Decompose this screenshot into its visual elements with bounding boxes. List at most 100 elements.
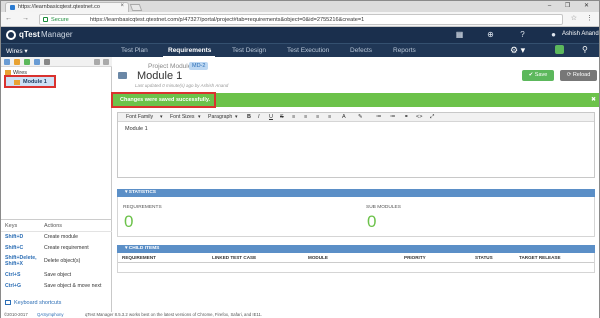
chevron-down-icon: ▾ (198, 114, 201, 120)
text-color-button[interactable]: A (342, 114, 346, 121)
align-justify-button[interactable]: ≡ (328, 114, 331, 121)
child-items-header[interactable]: ▾ CHILD ITEMS (117, 245, 595, 253)
align-right-button[interactable]: ≡ (316, 114, 319, 121)
security-label: Secure (51, 16, 69, 23)
bullet-list-button[interactable]: ≔ (376, 114, 382, 121)
shortcuts-keys-header: Keys (5, 223, 18, 229)
shortcuts-panel: Keys Actions Shift+D Create module Shift… (1, 219, 112, 309)
refresh-icon[interactable] (34, 58, 40, 65)
column-header[interactable]: REQUIREMENT (122, 255, 156, 260)
browser-tab[interactable]: https://learnbasicqtest.qtestnet.co × (5, 2, 129, 12)
column-header[interactable]: PRIORITY (404, 255, 426, 260)
url-text[interactable]: https://learnbasicqtest.qtestnet.com/p/4… (90, 17, 364, 23)
strikethrough-button[interactable]: S (280, 114, 284, 121)
align-left-button[interactable]: ≡ (292, 114, 295, 121)
user-name[interactable]: Ashish Anand (562, 31, 599, 37)
shortcut-action: Delete object(s) (44, 258, 81, 264)
gear-icon[interactable]: ⚙ ▾ (510, 45, 525, 56)
editor-toolbar: Font Family ▾ Font Sizes ▾ Paragraph ▾ B… (118, 113, 594, 122)
tab-reports[interactable]: Reports (393, 47, 416, 54)
success-message: Changes were saved successfully. (120, 97, 211, 103)
source-code-button[interactable]: <> (416, 114, 422, 121)
highlight-button[interactable]: ✎ (358, 114, 363, 121)
tab-test-plan[interactable]: Test Plan (121, 47, 148, 54)
tree-panel: Wires Module 1 Keys Actions Shift+D Crea… (1, 57, 112, 318)
description-editor[interactable]: Font Family ▾ Font Sizes ▾ Paragraph ▾ B… (117, 112, 595, 178)
new-requirement-icon[interactable] (24, 58, 30, 65)
help-icon[interactable]: ? (517, 29, 528, 40)
page-title[interactable]: Module 1 (137, 70, 182, 82)
app-header: qTest Manager ▦ ⊕ ? ● Ashish Anand (1, 27, 599, 43)
chevron-down-icon: ▾ (235, 114, 238, 120)
numbered-list-button[interactable]: ≔ (390, 114, 396, 121)
shortcut-action: Create requirement (44, 245, 89, 251)
submodules-count-label: SUB MODULES (366, 205, 401, 210)
grid-icon[interactable]: ▦ (454, 29, 465, 40)
statistics-header[interactable]: ▾ STATISTICS (117, 189, 595, 197)
chevron-down-icon: ▾ (160, 114, 163, 120)
save-button[interactable]: ✔ Save (522, 70, 554, 81)
success-message-highlight: Changes were saved successfully. (111, 92, 216, 108)
panel-toggle-icon[interactable] (94, 58, 100, 65)
tree-item-label: Module 1 (23, 79, 47, 85)
align-center-button[interactable]: ≡ (304, 114, 307, 121)
keyboard-shortcuts-link[interactable]: Keyboard shortcuts (5, 300, 61, 306)
breadcrumb: Project Module (148, 63, 192, 70)
tab-test-execution[interactable]: Test Execution (287, 47, 329, 54)
browser-toolbar: ← → C Secure https://learnbasicqtest.qte… (1, 12, 599, 27)
tree-toolbar (1, 57, 112, 67)
filter-icon[interactable] (44, 58, 50, 65)
font-family-dropdown[interactable]: Font Family (126, 114, 153, 121)
new-module-icon[interactable] (14, 58, 20, 65)
paragraph-dropdown[interactable]: Paragraph (208, 114, 232, 121)
bold-button[interactable]: B (247, 114, 251, 121)
bookmark-star-icon[interactable]: ☆ (571, 14, 577, 22)
shortcut-key: Ctrl+G (5, 283, 21, 289)
footer-copyright: ©2010-2017 (4, 312, 28, 317)
column-header[interactable]: LINKED TEST CASE (212, 255, 256, 260)
requirements-count-label: REQUIREMENTS (123, 205, 162, 210)
shortcut-key: Shift+D (5, 234, 24, 240)
tab-close-icon[interactable]: × (120, 3, 124, 9)
close-icon[interactable]: ✖ (591, 96, 596, 103)
tab-defects[interactable]: Defects (350, 47, 372, 54)
shortcuts-actions-header: Actions (44, 223, 63, 229)
collapse-icon[interactable] (4, 58, 10, 65)
download-icon[interactable]: ⊕ (485, 29, 496, 40)
underline-button[interactable]: U (269, 114, 273, 121)
editor-body-text[interactable]: Module 1 (125, 126, 148, 132)
brand-subtitle: Manager (41, 30, 73, 39)
italic-button[interactable]: I (258, 114, 260, 121)
divider (118, 262, 594, 263)
module-folder-icon (118, 72, 127, 79)
tree-item-module-1[interactable]: Module 1 (4, 75, 56, 88)
user-icon[interactable]: ● (548, 29, 559, 40)
column-header[interactable]: STATUS (475, 255, 493, 260)
font-sizes-dropdown[interactable]: Font Sizes (170, 114, 195, 121)
browser-menu-icon[interactable]: ⋮ (586, 14, 593, 22)
search-icon[interactable]: ⚲ (582, 45, 588, 54)
project-selector[interactable]: Wires ▾ (6, 47, 28, 55)
column-header[interactable]: MODULE (308, 255, 328, 260)
reload-button[interactable]: ⟳ Reload (560, 70, 597, 81)
last-updated-text: Last updated 0 minute(s) ago by Ashish A… (135, 83, 229, 88)
tab-requirements[interactable]: Requirements (168, 47, 211, 54)
shortcut-action: Save object (44, 272, 72, 278)
shortcut-action: Save object & move next (44, 283, 102, 289)
address-bar[interactable]: Secure https://learnbasicqtest.qtestnet.… (39, 14, 563, 25)
divider (1, 231, 112, 232)
footer-note: qTest Manager 8.5.3.2 works best on the … (85, 312, 263, 317)
tab-test-design[interactable]: Test Design (232, 47, 266, 54)
link-button[interactable]: ⚭ (404, 114, 409, 121)
submodules-count: 0 (367, 212, 377, 231)
keyboard-icon (5, 300, 11, 306)
shortcut-key: Ctrl+S (5, 272, 21, 278)
window-controls[interactable]: – ❐ ✕ (548, 2, 595, 9)
column-header[interactable]: TARGET RELEASE (519, 255, 561, 260)
fullscreen-button[interactable]: ⤢ (430, 114, 434, 121)
notification-icon[interactable] (555, 45, 564, 54)
footer-company-link[interactable]: QASymphony (37, 312, 64, 317)
new-tab-button[interactable] (129, 4, 143, 11)
statistics-section: REQUIREMENTS 0 SUB MODULES 0 (117, 197, 595, 237)
panel-collapse-icon[interactable] (103, 58, 109, 65)
